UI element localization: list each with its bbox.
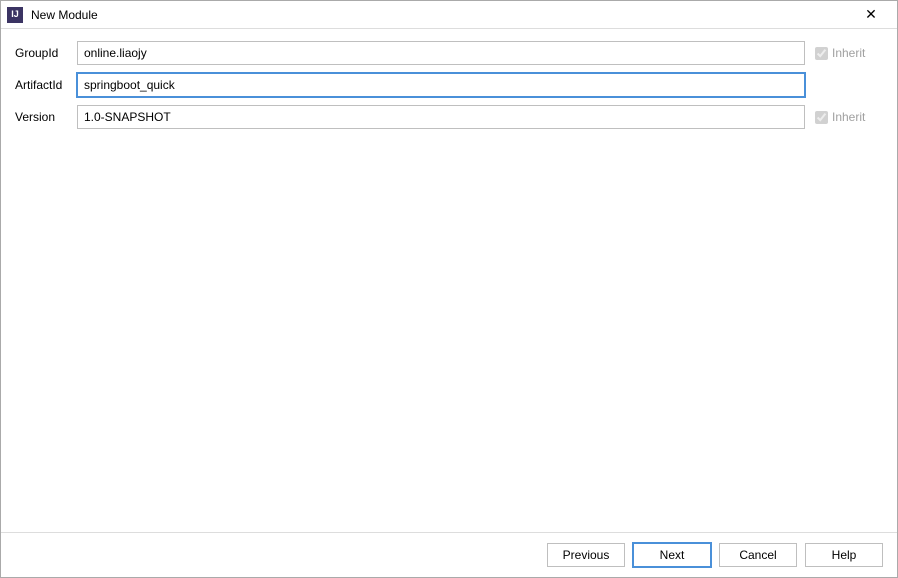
groupid-inherit-label: Inherit [832, 46, 865, 60]
cancel-button[interactable]: Cancel [719, 543, 797, 567]
groupid-inherit-checkbox [815, 47, 828, 60]
artifactid-label: ArtifactId [15, 78, 77, 92]
version-input[interactable] [77, 105, 805, 129]
version-row: Version Inherit [15, 105, 883, 129]
next-button[interactable]: Next [633, 543, 711, 567]
version-label: Version [15, 110, 77, 124]
groupid-input[interactable] [77, 41, 805, 65]
window-title: New Module [31, 8, 851, 22]
version-inherit-label: Inherit [832, 110, 865, 124]
artifactid-row: ArtifactId [15, 73, 883, 97]
version-inherit-checkbox [815, 111, 828, 124]
groupid-row: GroupId Inherit [15, 41, 883, 65]
groupid-inherit: Inherit [815, 46, 883, 60]
artifactid-input[interactable] [77, 73, 805, 97]
footer: Previous Next Cancel Help [1, 532, 897, 577]
close-button[interactable]: ✕ [851, 1, 891, 29]
help-button[interactable]: Help [805, 543, 883, 567]
app-icon: IJ [7, 7, 23, 23]
groupid-label: GroupId [15, 46, 77, 60]
version-inherit: Inherit [815, 110, 883, 124]
content-area: GroupId Inherit ArtifactId Version Inher… [1, 29, 897, 532]
previous-button[interactable]: Previous [547, 543, 625, 567]
titlebar: IJ New Module ✕ [1, 1, 897, 29]
